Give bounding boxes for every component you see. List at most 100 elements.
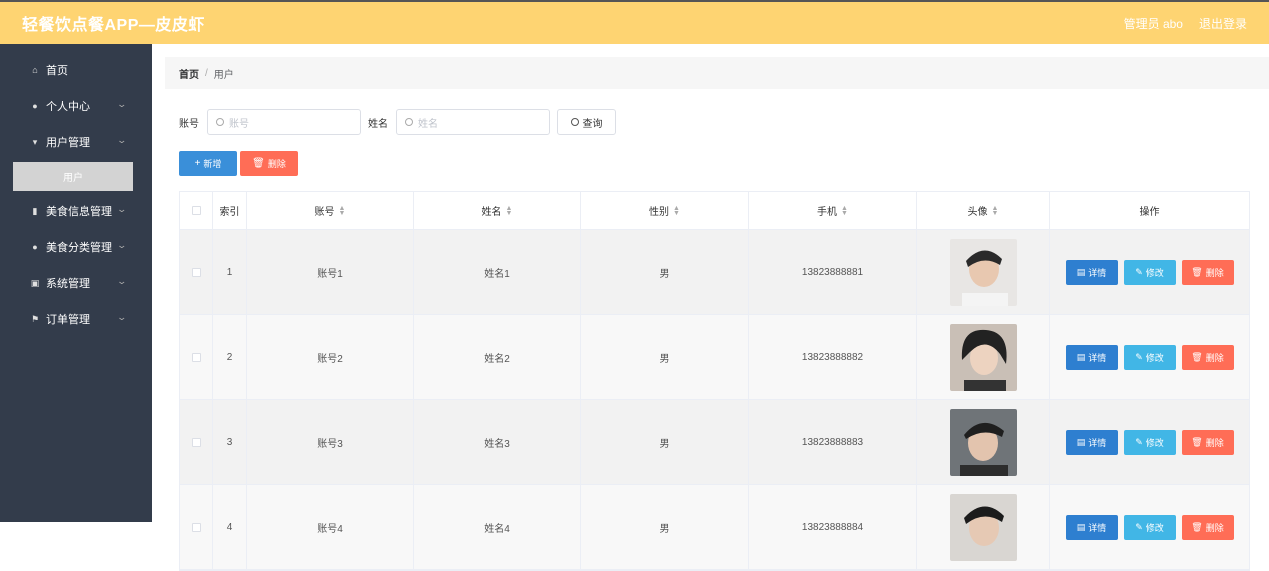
checkbox[interactable]	[191, 267, 201, 277]
query-button[interactable]: 查询	[557, 109, 616, 135]
sidebar-item-label: 美食分类管理	[46, 242, 112, 254]
admin-name[interactable]: 管理员 abo	[1124, 15, 1183, 32]
header-label: 头像	[967, 207, 988, 218]
cell-gender: 男	[581, 485, 749, 569]
cell-avatar	[917, 315, 1050, 399]
header-actions: 操作	[1139, 207, 1160, 218]
header-label: 姓名	[481, 207, 502, 218]
breadcrumb-separator: /	[205, 67, 208, 79]
edit-button[interactable]: ✎ 修改	[1123, 259, 1176, 285]
sidebar: ⌂ 首页 ● 个人中心 ⌄ ▾ 用户管理 ⌄ 用户 ▮ 美食信息管理 ⌄ ● 美…	[0, 44, 152, 522]
cell-account: 账号1	[247, 230, 414, 314]
detail-button[interactable]: ▤ 详情	[1065, 514, 1118, 540]
breadcrumb: 首页 / 用户	[165, 57, 1269, 89]
delete-button[interactable]: 🗑 删除	[1181, 344, 1234, 370]
edit-button[interactable]: ✎ 修改	[1123, 514, 1176, 540]
sidebar-item-user-management[interactable]: ▾ 用户管理 ⌄	[0, 124, 152, 160]
submenu-item-users[interactable]: 用户	[13, 162, 133, 191]
checkbox[interactable]	[191, 206, 201, 215]
sidebar-item-profile[interactable]: ● 个人中心 ⌄	[0, 88, 152, 124]
header-gender[interactable]: 性别 ▲ ▼	[581, 192, 749, 229]
header-name[interactable]: 姓名 ▲ ▼	[414, 192, 581, 229]
search-icon	[405, 118, 413, 126]
cell-gender: 男	[581, 315, 749, 399]
system-icon: ▣	[30, 277, 40, 288]
top-header: 轻餐饮点餐APP—皮皮虾 管理员 abo 退出登录	[0, 0, 1269, 44]
detail-button[interactable]: ▤ 详情	[1065, 429, 1118, 455]
sort-icon[interactable]: ▲ ▼	[339, 205, 346, 217]
name-placeholder: 姓名	[418, 118, 438, 130]
home-icon: ⌂	[32, 65, 38, 75]
sort-icon[interactable]: ▲ ▼	[992, 205, 999, 217]
detail-button[interactable]: ▤ 详情	[1065, 259, 1118, 285]
logout-link[interactable]: 退出登录	[1199, 15, 1247, 32]
row-select[interactable]	[180, 485, 213, 569]
avatar[interactable]	[949, 323, 1017, 391]
detail-button[interactable]: ▤ 详情	[1065, 344, 1118, 370]
delete-button[interactable]: 🗑 删除	[1181, 259, 1234, 285]
header-label: 账号	[314, 207, 335, 218]
sidebar-item-food-category[interactable]: ● 美食分类管理 ⌄	[0, 229, 152, 265]
user-icon: ●	[32, 101, 38, 111]
header-avatar[interactable]: 头像 ▲ ▼	[917, 192, 1050, 229]
detail-label: 详情	[1088, 522, 1107, 533]
edit-label: 修改	[1145, 522, 1164, 533]
table-row: 2 账号2 姓名2 男 13823888882 ▤ 详情 ✎ 修改 🗑 删除	[180, 315, 1249, 400]
edit-button[interactable]: ✎ 修改	[1123, 344, 1176, 370]
sidebar-item-label: 用户管理	[46, 137, 90, 149]
table-row: 4 账号4 姓名4 男 13823888884 ▤ 详情 ✎ 修改 🗑 删除	[180, 485, 1249, 570]
sidebar-item-label: 首页	[46, 65, 68, 77]
row-actions: ▤ 详情 ✎ 修改 🗑 删除	[1065, 514, 1234, 540]
edit-label: 修改	[1145, 352, 1164, 363]
sidebar-item-home[interactable]: ⌂ 首页	[0, 52, 152, 88]
delete-button[interactable]: 🗑 删除	[1181, 514, 1234, 540]
delete-button[interactable]: 🗑 删除	[1181, 429, 1234, 455]
detail-label: 详情	[1088, 352, 1107, 363]
pencil-icon: ✎	[1135, 436, 1143, 447]
action-buttons: + 新增 🗑 删除	[179, 151, 298, 176]
avatar[interactable]	[949, 493, 1017, 561]
sidebar-item-label: 系统管理	[46, 278, 90, 290]
sort-icon[interactable]: ▲ ▼	[673, 205, 680, 217]
delete-label: 删除	[267, 159, 286, 169]
cell-account: 账号3	[247, 400, 414, 484]
cell-avatar	[917, 230, 1050, 314]
row-select[interactable]	[180, 230, 213, 314]
edit-button[interactable]: ✎ 修改	[1123, 429, 1176, 455]
avatar[interactable]	[949, 238, 1017, 306]
chevron-down-icon: ⌄	[116, 240, 128, 250]
search-bar: 账号 账号 姓名 姓名 查询	[179, 109, 616, 135]
sort-icon[interactable]: ▲ ▼	[506, 205, 513, 217]
header-index: 索引	[213, 192, 247, 229]
account-search-input[interactable]: 账号	[207, 109, 361, 135]
sort-icon[interactable]: ▲ ▼	[841, 205, 848, 217]
breadcrumb-home[interactable]: 首页	[179, 66, 199, 81]
checkbox[interactable]	[191, 522, 201, 532]
sidebar-item-orders[interactable]: ⚑ 订单管理 ⌄	[0, 301, 152, 337]
cell-index: 2	[213, 315, 247, 399]
search-icon	[216, 118, 224, 126]
header-select-all[interactable]	[180, 192, 213, 229]
cell-name: 姓名3	[414, 400, 581, 484]
plus-icon: +	[194, 158, 201, 169]
batch-delete-button[interactable]: 🗑 删除	[240, 151, 298, 176]
account-label: 账号	[179, 118, 199, 130]
row-select[interactable]	[180, 315, 213, 399]
sidebar-item-label: 美食信息管理	[46, 206, 112, 218]
trash-icon: 🗑	[252, 158, 265, 169]
cell-phone: 13823888881	[749, 230, 917, 314]
sidebar-item-food-info[interactable]: ▮ 美食信息管理 ⌄	[0, 193, 152, 229]
cell-gender: 男	[581, 230, 749, 314]
flag-icon: ⚑	[30, 313, 40, 324]
delete-label: 删除	[1205, 522, 1224, 533]
add-button[interactable]: + 新增	[179, 151, 237, 176]
name-search-input[interactable]: 姓名	[396, 109, 550, 135]
header-phone[interactable]: 手机 ▲ ▼	[749, 192, 917, 229]
row-select[interactable]	[180, 400, 213, 484]
sidebar-item-system[interactable]: ▣ 系统管理 ⌄	[0, 265, 152, 301]
avatar[interactable]	[949, 408, 1017, 476]
checkbox[interactable]	[191, 437, 201, 447]
document-icon: ▤	[1076, 351, 1086, 362]
checkbox[interactable]	[191, 352, 201, 362]
header-account[interactable]: 账号 ▲ ▼	[247, 192, 414, 229]
